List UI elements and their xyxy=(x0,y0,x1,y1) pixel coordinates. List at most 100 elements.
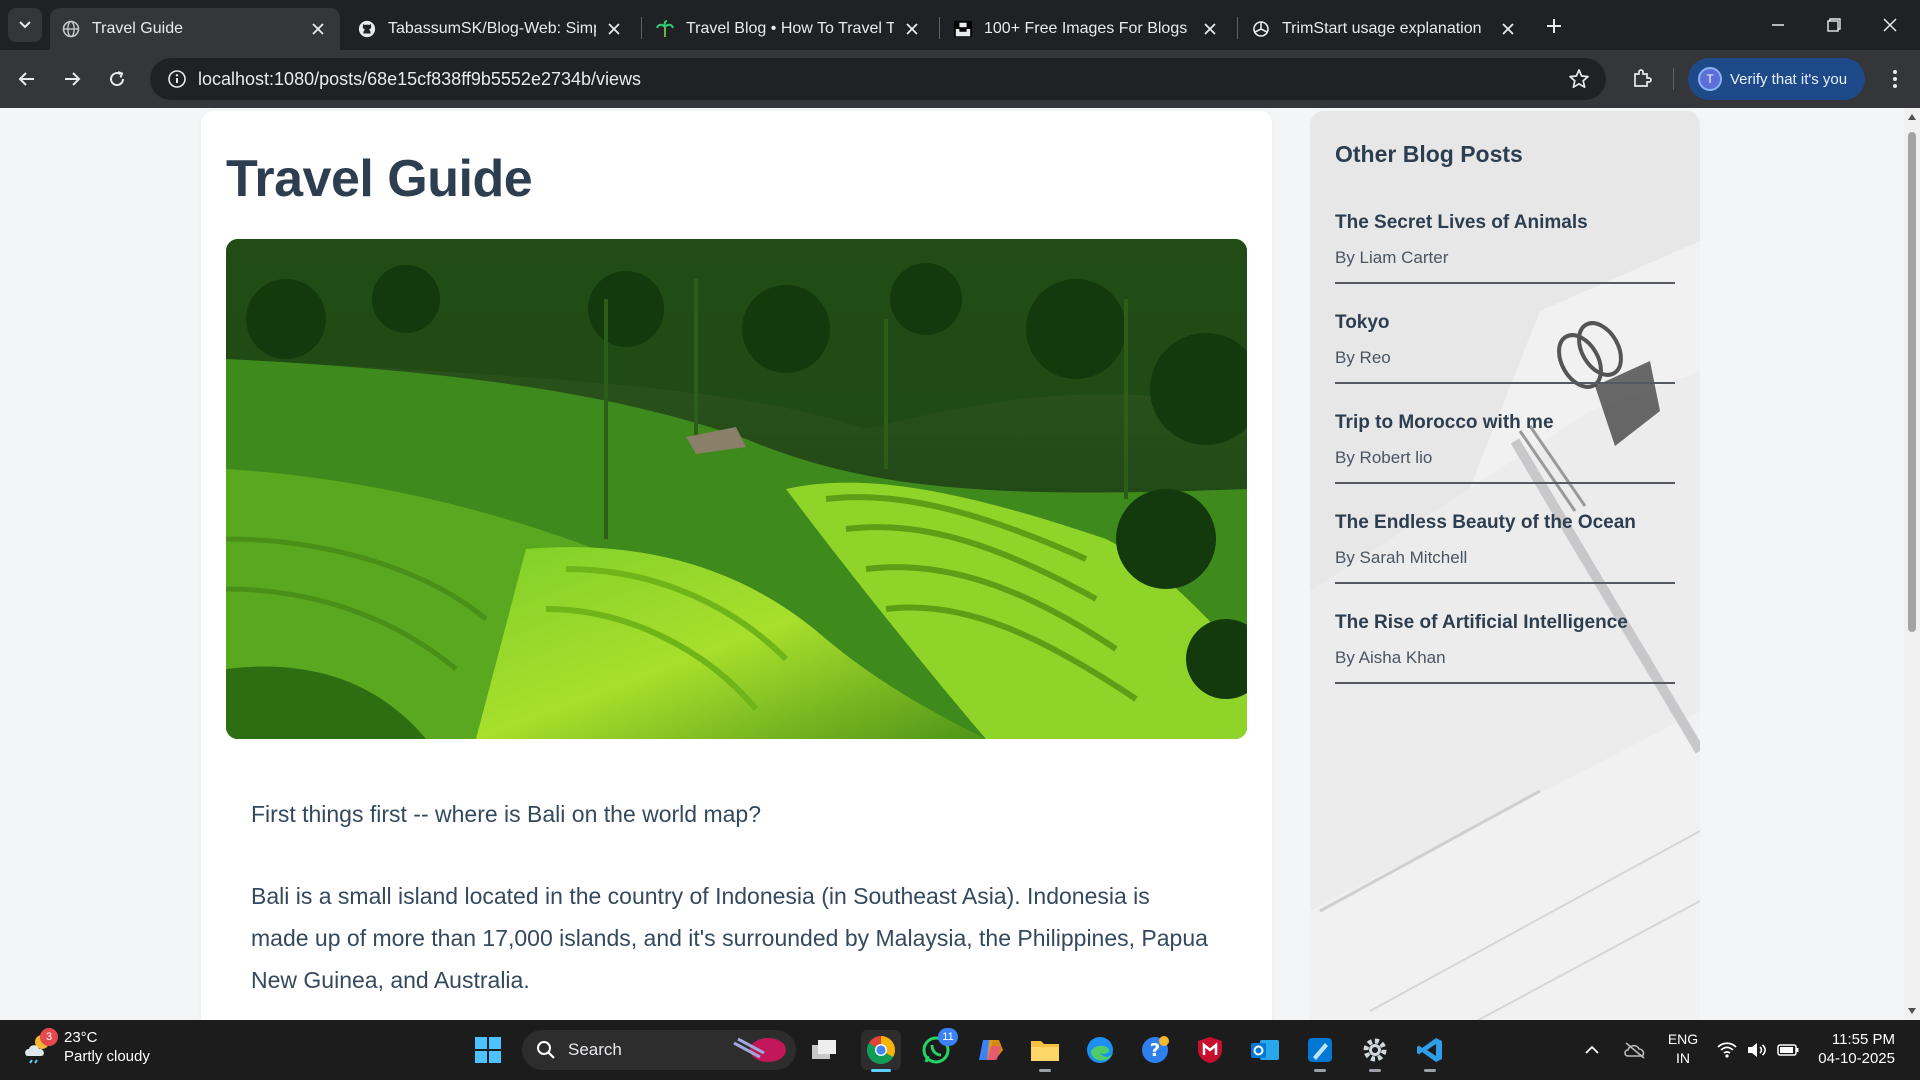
battery-icon xyxy=(1777,1044,1799,1056)
task-view-button[interactable] xyxy=(804,1030,844,1070)
post-paragraph: First things first -- where is Bali on t… xyxy=(251,801,762,827)
browser-menu-button[interactable] xyxy=(1880,62,1910,96)
address-bar[interactable]: localhost:1080/posts/68e15cf838ff9b5552e… xyxy=(150,58,1606,100)
svg-text:?: ? xyxy=(1150,1040,1160,1061)
show-hidden-icons-button[interactable] xyxy=(1580,1020,1604,1080)
edge-taskbar-button[interactable] xyxy=(1080,1030,1120,1070)
more-vertical-icon xyxy=(1893,70,1897,88)
tab-search-button[interactable] xyxy=(8,8,42,42)
page-scrollbar[interactable] xyxy=(1904,108,1920,1020)
blog-post-link[interactable]: The Secret Lives of Animals By Liam Cart… xyxy=(1335,184,1675,284)
clock-time: 11:55 PM xyxy=(1831,1031,1895,1048)
close-icon xyxy=(1883,18,1897,32)
windows-taskbar: 3 23°C Partly cloudy Search 11 ? ENG IN … xyxy=(0,1020,1920,1080)
blog-post-author: By Robert lio xyxy=(1335,448,1433,467)
region-code: IN xyxy=(1676,1050,1690,1066)
battery-tray-icon[interactable] xyxy=(1774,1020,1802,1080)
verify-identity-button[interactable]: T Verify that it's you xyxy=(1688,58,1865,100)
minimize-button[interactable] xyxy=(1750,0,1806,50)
start-button[interactable] xyxy=(468,1030,508,1070)
onedrive-tray-button[interactable] xyxy=(1620,1020,1650,1080)
tab-title: TabassumSK/Blog-Web: Simple xyxy=(388,20,596,37)
blog-post-link[interactable]: Tokyo By Reo xyxy=(1335,284,1675,384)
tab-free-images[interactable]: 100+ Free Images For Blogs | D xyxy=(942,8,1232,50)
file-explorer-taskbar-button[interactable] xyxy=(1025,1030,1065,1072)
scroll-up-arrow-icon[interactable] xyxy=(1907,112,1917,122)
blog-post-link[interactable]: The Rise of Artificial Intelligence By A… xyxy=(1335,584,1675,684)
sidebar-heading: Other Blog Posts xyxy=(1335,141,1523,167)
close-tab-icon[interactable] xyxy=(902,19,922,39)
wifi-tray-icon[interactable] xyxy=(1714,1020,1740,1080)
windows-logo-icon xyxy=(475,1037,501,1063)
language-code: ENG xyxy=(1667,1031,1699,1047)
other-posts-sidebar: Other Blog Posts The Secret Lives of Ani… xyxy=(1310,111,1700,1020)
mcafee-taskbar-button[interactable] xyxy=(1190,1030,1230,1070)
back-button[interactable] xyxy=(10,62,44,96)
tab-title: Travel Guide xyxy=(92,20,183,37)
close-tab-icon[interactable] xyxy=(1498,19,1518,39)
post-body: First things first -- where is Bali on t… xyxy=(251,793,1211,1020)
blog-post-title: The Rise of Artificial Intelligence xyxy=(1335,612,1628,633)
outlook-icon xyxy=(1251,1040,1279,1060)
whatsapp-taskbar-button[interactable]: 11 xyxy=(916,1028,958,1070)
extensions-button[interactable] xyxy=(1625,62,1659,96)
help-icon: ? xyxy=(1142,1036,1169,1063)
blog-post-link[interactable]: Trip to Morocco with me By Robert lio xyxy=(1335,384,1675,484)
scrollbar-thumb[interactable] xyxy=(1908,132,1916,632)
folder-icon xyxy=(1031,1041,1059,1061)
site-info-icon[interactable] xyxy=(156,69,198,89)
outlook-taskbar-button[interactable] xyxy=(1245,1030,1285,1070)
settings-taskbar-button[interactable] xyxy=(1355,1030,1395,1072)
paint-taskbar-button[interactable] xyxy=(1300,1030,1340,1072)
restore-button[interactable] xyxy=(1806,0,1862,50)
vscode-taskbar-button[interactable] xyxy=(1410,1030,1450,1072)
github-icon xyxy=(358,20,376,38)
running-indicator xyxy=(1424,1069,1436,1072)
blog-post-title: Tokyo xyxy=(1335,312,1390,333)
language-indicator[interactable]: ENG IN xyxy=(1665,1030,1701,1068)
close-window-button[interactable] xyxy=(1862,0,1918,50)
tab-separator xyxy=(641,17,642,39)
globe-icon xyxy=(62,20,80,38)
blog-post-link[interactable]: The Endless Beauty of the Ocean By Sarah… xyxy=(1335,484,1675,584)
plus-icon xyxy=(1547,19,1561,33)
search-icon xyxy=(537,1041,555,1059)
volume-tray-icon[interactable] xyxy=(1744,1020,1770,1080)
help-taskbar-button[interactable]: ? xyxy=(1135,1030,1175,1070)
weather-desc: Partly cloudy xyxy=(64,1048,150,1065)
copilot-taskbar-button[interactable] xyxy=(971,1030,1011,1070)
search-label: Search xyxy=(568,1040,622,1059)
post-paragraph: Bali is a small island located in the co… xyxy=(251,883,1208,993)
chrome-taskbar-button[interactable] xyxy=(861,1030,901,1072)
running-indicator xyxy=(1314,1069,1326,1072)
taskbar-clock[interactable]: 11:55 PM 04-10-2025 xyxy=(1815,1030,1895,1068)
taskbar-search[interactable]: Search xyxy=(522,1030,796,1070)
speaker-icon xyxy=(1748,1043,1766,1057)
wifi-icon xyxy=(1717,1042,1737,1058)
tab-trimstart[interactable]: TrimStart usage explanation xyxy=(1240,8,1530,50)
scroll-down-arrow-icon[interactable] xyxy=(1907,1006,1917,1016)
new-tab-button[interactable] xyxy=(1540,12,1568,40)
close-tab-icon[interactable] xyxy=(308,19,328,39)
tab-travel-blog[interactable]: Travel Blog • How To Travel The xyxy=(644,8,934,50)
close-tab-icon[interactable] xyxy=(604,19,624,39)
bookmark-star-icon[interactable] xyxy=(1568,68,1590,90)
toolbar-divider xyxy=(1673,68,1674,90)
reload-button[interactable] xyxy=(100,62,134,96)
arrow-left-icon xyxy=(18,72,34,86)
tab-travel-guide[interactable]: Travel Guide xyxy=(50,8,340,50)
weather-widget[interactable]: 3 23°C Partly cloudy xyxy=(22,1028,150,1066)
blog-post-title: The Endless Beauty of the Ocean xyxy=(1335,512,1636,533)
tab-github[interactable]: TabassumSK/Blog-Web: Simple xyxy=(346,8,636,50)
search-highlight-icon xyxy=(733,1037,786,1062)
running-indicator xyxy=(1039,1069,1051,1072)
chevron-down-icon xyxy=(19,21,31,29)
copilot-icon xyxy=(979,1040,1003,1060)
gear-icon xyxy=(1363,1038,1387,1062)
chrome-icon xyxy=(867,1036,895,1064)
partly-cloudy-icon: 3 xyxy=(22,1028,58,1064)
paint-icon xyxy=(1308,1038,1332,1062)
close-tab-icon[interactable] xyxy=(1200,19,1220,39)
blog-post-author: By Reo xyxy=(1335,348,1391,367)
forward-button[interactable] xyxy=(55,62,89,96)
